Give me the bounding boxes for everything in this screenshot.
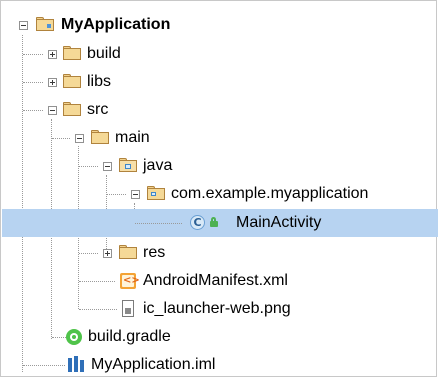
tree-node-label: res: [143, 244, 166, 261]
tree-node-label: MyApplication: [61, 16, 171, 33]
tree-connector: [79, 253, 98, 254]
tree-connector: [79, 166, 98, 167]
tree-node-manifest[interactable]: AndroidManifest.xml: [2, 267, 438, 295]
tree-node-main[interactable]: main: [2, 124, 438, 152]
tree-connector: [23, 365, 65, 366]
tree-connector: [23, 54, 43, 55]
module-folder-icon: [36, 17, 54, 31]
tree-node-mainactivity[interactable]: C MainActivity: [2, 209, 438, 237]
tree-node-label: com.example.myapplication: [171, 185, 369, 202]
lock-icon: [209, 217, 218, 227]
tree-node-label: libs: [87, 73, 112, 90]
collapse-toggle[interactable]: [75, 134, 84, 143]
tree-node-src[interactable]: src: [2, 96, 438, 124]
folder-icon: [119, 245, 137, 259]
tree-connector: [23, 110, 43, 111]
source-folder-icon: [119, 158, 137, 172]
tree-connector: [52, 138, 70, 139]
tree-node-build-gradle[interactable]: build.gradle: [2, 323, 438, 351]
tree-node-res[interactable]: res: [2, 239, 438, 267]
tree-node-label: MainActivity: [236, 214, 322, 231]
tree-node-root[interactable]: MyApplication: [2, 11, 438, 39]
tree-connector: [23, 82, 43, 83]
tree-node-label: build.gradle: [88, 328, 171, 345]
gradle-icon: [66, 329, 82, 345]
tree-connector: [135, 223, 182, 224]
class-icon: C: [190, 215, 205, 230]
package-icon: [147, 186, 165, 200]
project-tree-panel: MyApplication build libs src main java c…: [0, 0, 438, 379]
xml-file-icon: [120, 273, 140, 289]
collapse-toggle[interactable]: [103, 162, 112, 171]
tree-node-java[interactable]: java: [2, 152, 438, 180]
tree-node-label: java: [143, 157, 173, 174]
folder-icon: [63, 102, 81, 116]
tree-node-label: build: [87, 45, 121, 62]
iml-file-icon: [68, 356, 86, 374]
tree-node-package[interactable]: com.example.myapplication: [2, 180, 438, 208]
tree-node-iml[interactable]: MyApplication.iml: [2, 351, 438, 379]
collapse-toggle[interactable]: [48, 106, 57, 115]
tree-node-build[interactable]: build: [2, 40, 438, 68]
expand-toggle[interactable]: [48, 50, 57, 59]
image-file-icon: [122, 300, 134, 317]
folder-icon: [63, 46, 81, 60]
tree-node-label: AndroidManifest.xml: [143, 272, 288, 289]
tree-node-label: MyApplication.iml: [91, 356, 216, 373]
tree-node-label: main: [115, 129, 150, 146]
tree-connector: [79, 309, 117, 310]
expand-toggle[interactable]: [48, 78, 57, 87]
collapse-toggle[interactable]: [19, 21, 28, 30]
tree-connector: [79, 281, 115, 282]
collapse-toggle[interactable]: [131, 190, 140, 199]
tree-node-launcher-png[interactable]: ic_launcher-web.png: [2, 295, 438, 323]
tree-connector: [107, 194, 126, 195]
tree-node-label: ic_launcher-web.png: [143, 300, 291, 317]
tree-node-libs[interactable]: libs: [2, 68, 438, 96]
tree-node-label: src: [87, 101, 109, 118]
folder-icon: [91, 130, 109, 144]
expand-toggle[interactable]: [103, 249, 112, 258]
folder-icon: [63, 74, 81, 88]
